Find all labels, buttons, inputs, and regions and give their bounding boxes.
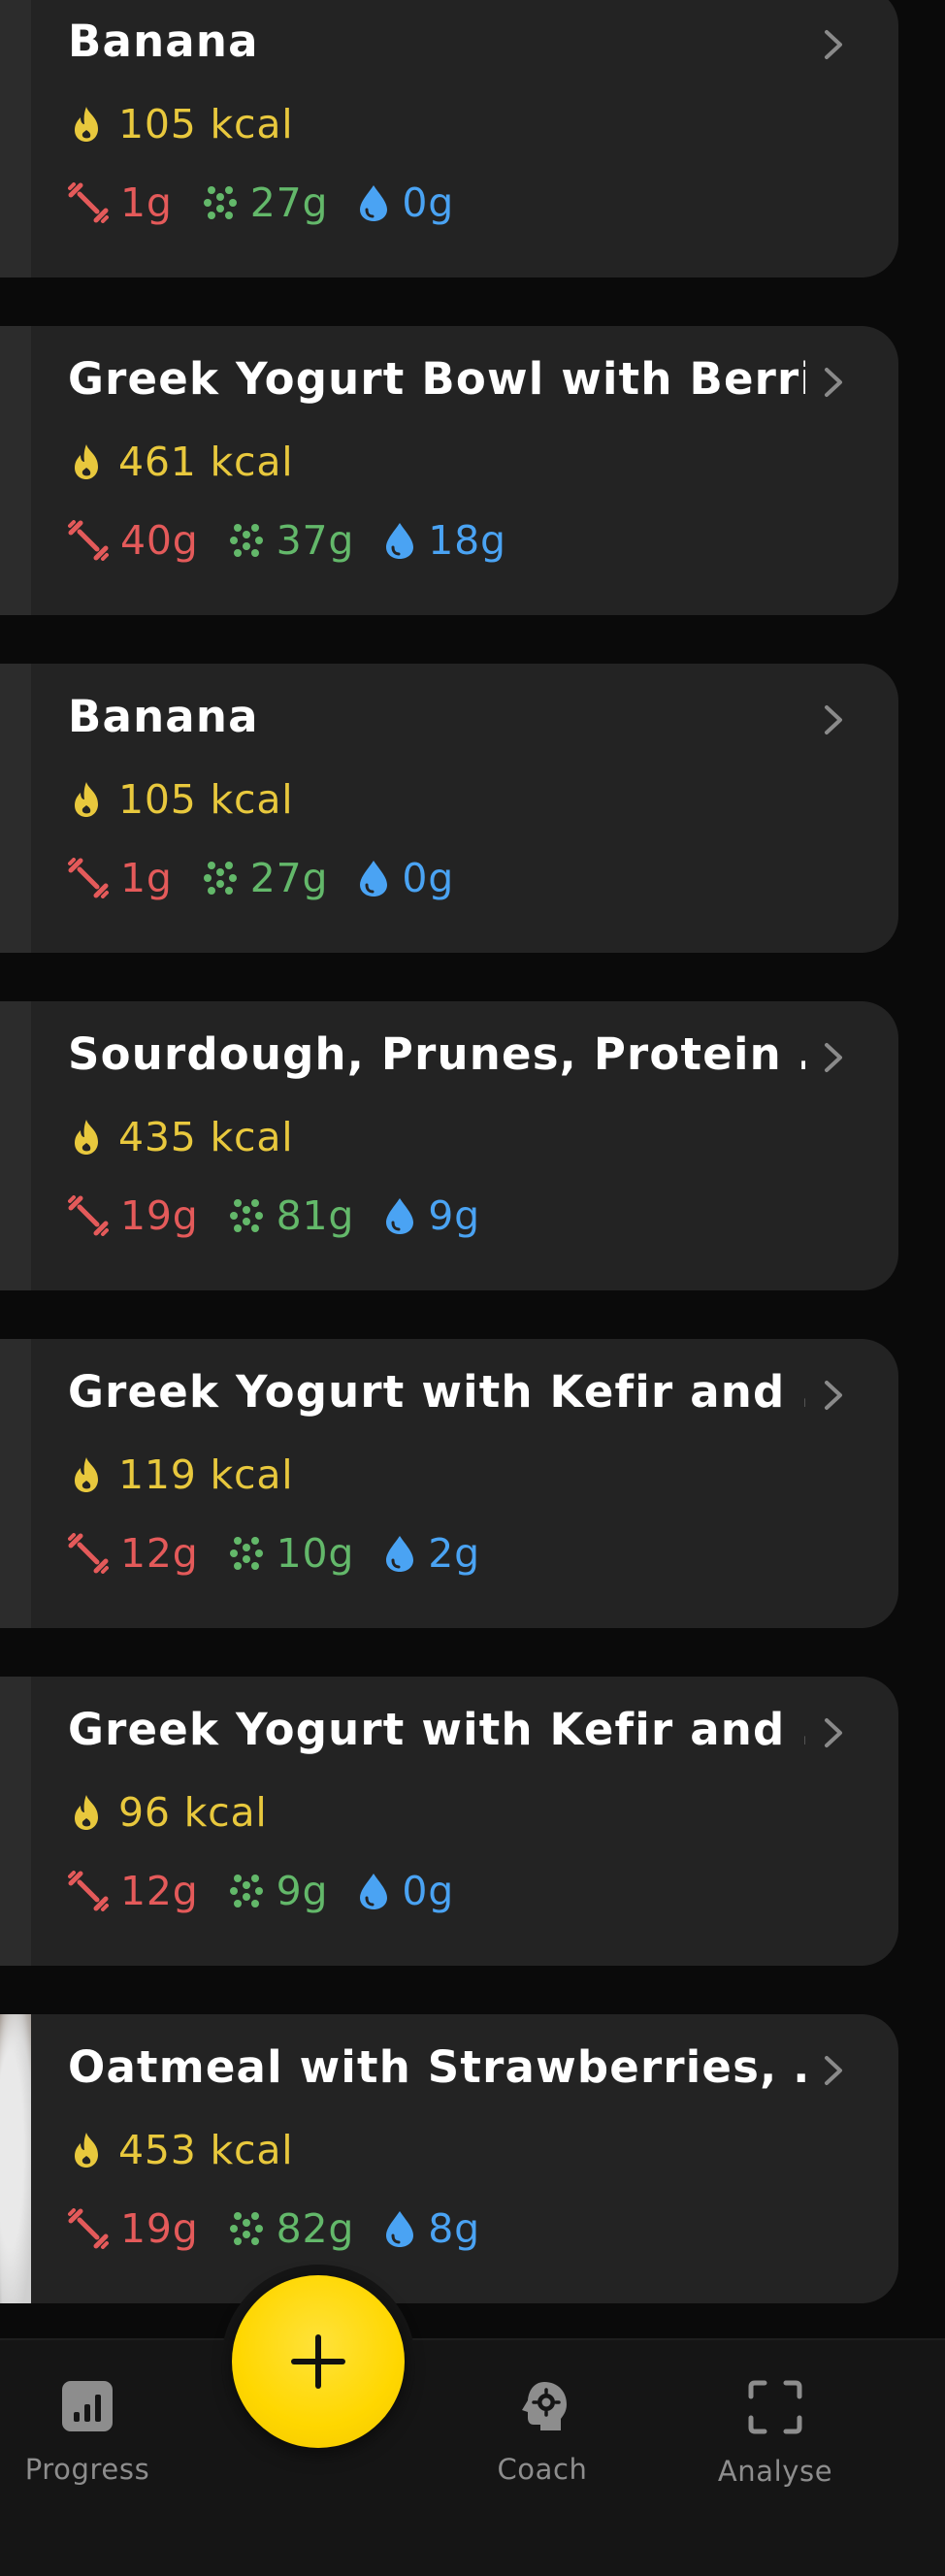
coach-head-icon <box>515 2379 570 2433</box>
grain-icon <box>228 1535 265 1572</box>
meal-thumbnail <box>0 1677 31 1966</box>
protein-value: 1g <box>120 179 173 226</box>
carbs-value: 9g <box>276 1868 329 1914</box>
carbs-value: 81g <box>276 1192 355 1239</box>
grain-icon <box>228 1873 265 1909</box>
drop-icon <box>383 520 416 561</box>
chevron-right-icon <box>825 368 842 397</box>
nav-label: Coach <box>497 2453 588 2486</box>
dumbbell-icon <box>68 1533 109 1574</box>
fat-value: 18g <box>428 517 506 564</box>
chevron-right-icon <box>825 705 842 734</box>
dumbbell-icon <box>68 2208 109 2249</box>
flame-icon <box>68 1454 105 1495</box>
protein-value: 12g <box>120 1868 199 1914</box>
drop-icon <box>383 1195 416 1236</box>
scan-frame-icon <box>747 2379 803 2435</box>
fat-value: 9g <box>428 1192 480 1239</box>
meal-title: Oatmeal with Strawberries, … <box>68 2041 805 2093</box>
meal-thumbnail <box>0 1339 31 1628</box>
dumbbell-icon <box>68 858 109 898</box>
meal-card[interactable]: Greek Yogurt Bowl with Berri… 461 kcal 4… <box>0 326 898 615</box>
calories-value: 119 kcal <box>118 1451 294 1498</box>
drop-icon <box>383 2208 416 2249</box>
flame-icon <box>68 1117 105 1158</box>
dumbbell-icon <box>68 520 109 561</box>
meal-card[interactable]: Banana 105 kcal 1g 27g 0g <box>0 0 898 277</box>
calories-value: 461 kcal <box>118 439 294 485</box>
meal-card[interactable]: Greek Yogurt with Kefir and … 119 kcal 1… <box>0 1339 898 1628</box>
plus-icon <box>291 2334 345 2389</box>
calories-value: 96 kcal <box>118 1789 268 1836</box>
chevron-right-icon <box>825 1718 842 1747</box>
fat-value: 8g <box>428 2205 480 2252</box>
protein-value: 40g <box>120 517 199 564</box>
grain-icon <box>228 2210 265 2247</box>
flame-icon <box>68 441 105 482</box>
flame-icon <box>68 104 105 145</box>
grain-icon <box>202 184 239 221</box>
meal-thumbnail <box>0 326 31 615</box>
bottom-nav: Progress Coach Analyse <box>0 2338 945 2576</box>
calories-value: 435 kcal <box>118 1114 294 1160</box>
grain-icon <box>202 860 239 897</box>
drop-icon <box>357 1871 390 1911</box>
protein-value: 12g <box>120 1530 199 1577</box>
dumbbell-icon <box>68 1195 109 1236</box>
dumbbell-icon <box>68 182 109 223</box>
chevron-right-icon <box>825 30 842 59</box>
meal-title: Greek Yogurt Bowl with Berri… <box>68 353 805 405</box>
meal-thumbnail <box>0 664 31 953</box>
meal-card[interactable]: Banana 105 kcal 1g 27g 0g <box>0 664 898 953</box>
fat-value: 0g <box>402 179 455 226</box>
meal-title: Banana <box>68 16 259 67</box>
drop-icon <box>357 858 390 898</box>
meal-thumbnail <box>0 1001 31 1290</box>
nav-coach[interactable]: Coach <box>445 2379 639 2486</box>
meal-title: Greek Yogurt with Kefir and … <box>68 1366 805 1418</box>
carbs-value: 10g <box>276 1530 355 1577</box>
meal-photo <box>0 2014 31 2303</box>
protein-value: 19g <box>120 1192 199 1239</box>
calories-value: 453 kcal <box>118 2127 294 2173</box>
flame-icon <box>68 779 105 820</box>
meal-card[interactable]: Greek Yogurt with Kefir and … 96 kcal 12… <box>0 1677 898 1966</box>
fat-value: 0g <box>402 855 455 901</box>
nav-analyse[interactable]: Analyse <box>678 2379 872 2488</box>
fat-value: 0g <box>402 1868 455 1914</box>
flame-icon <box>68 1792 105 1833</box>
nav-label: Analyse <box>717 2455 833 2488</box>
meal-title: Sourdough, Prunes, Protein … <box>68 1028 805 1080</box>
carbs-value: 37g <box>276 517 355 564</box>
drop-icon <box>357 182 390 223</box>
meal-card[interactable]: Sourdough, Prunes, Protein … 435 kcal 19… <box>0 1001 898 1290</box>
calories-value: 105 kcal <box>118 776 294 823</box>
carbs-value: 27g <box>249 179 329 226</box>
protein-value: 19g <box>120 2205 199 2252</box>
meal-thumbnail <box>0 0 31 277</box>
meal-list: Banana 105 kcal 1g 27g 0g Greek Yogurt B… <box>0 0 945 2338</box>
carbs-value: 27g <box>249 855 329 901</box>
carbs-value: 82g <box>276 2205 355 2252</box>
drop-icon <box>383 1533 416 1574</box>
nav-progress[interactable]: Progress <box>0 2379 184 2486</box>
calories-value: 105 kcal <box>118 101 294 147</box>
meal-title: Greek Yogurt with Kefir and … <box>68 1704 805 1755</box>
meal-card[interactable]: Oatmeal with Strawberries, … 453 kcal 19… <box>0 2014 898 2303</box>
add-meal-button[interactable] <box>232 2275 405 2448</box>
grain-icon <box>228 522 265 559</box>
protein-value: 1g <box>120 855 173 901</box>
meal-title: Banana <box>68 691 259 742</box>
chevron-right-icon <box>825 2056 842 2085</box>
flame-icon <box>68 2130 105 2170</box>
chevron-right-icon <box>825 1043 842 1072</box>
grain-icon <box>228 1197 265 1234</box>
bar-chart-icon <box>60 2379 114 2433</box>
nav-label: Progress <box>24 2453 150 2486</box>
fat-value: 2g <box>428 1530 480 1577</box>
dumbbell-icon <box>68 1871 109 1911</box>
chevron-right-icon <box>825 1381 842 1410</box>
